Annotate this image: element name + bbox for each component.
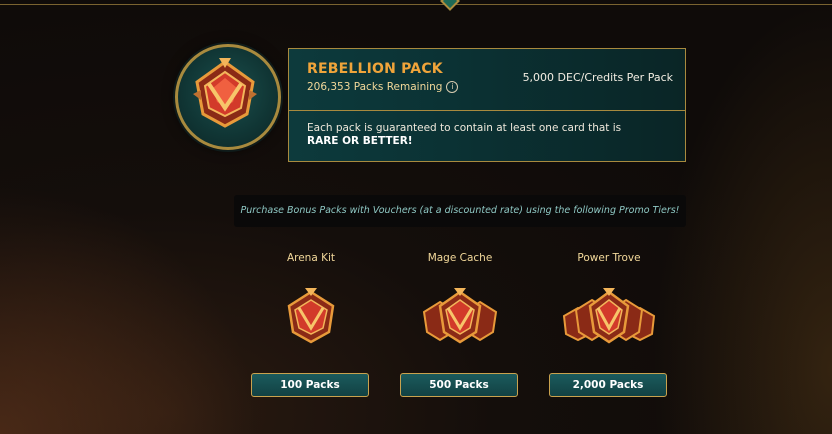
tier-name: Arena Kit (286, 252, 336, 264)
background-glow-left (0, 184, 260, 434)
top-border (0, 0, 832, 5)
info-icon[interactable]: i (446, 81, 459, 93)
tier-power-trove: Power Trove 2,000 Packs (547, 252, 671, 397)
packs-remaining-label: 206,353 Packs Remaining (307, 81, 443, 93)
tier-name: Power Trove (577, 252, 641, 264)
packs-remaining: 206,353 Packs Remaining i (307, 81, 459, 93)
pack-banner: REBELLION PACK 206,353 Packs Remaining i… (288, 48, 686, 162)
buy-2000-packs-button[interactable]: 2,000 Packs (549, 373, 667, 397)
guarantee-text: Each pack is guaranteed to contain at le… (307, 122, 647, 148)
guarantee-highlight: RARE OR BETTER! (307, 135, 413, 147)
tier-mage-cache: Mage Cache 500 Packs (398, 252, 522, 397)
pack-title: REBELLION PACK (307, 61, 443, 77)
buy-500-packs-button[interactable]: 500 Packs (400, 373, 518, 397)
tier-name: Mage Cache (427, 252, 493, 264)
pack-chest-icon (562, 288, 656, 344)
pack-chest-icon (422, 288, 498, 344)
banner-divider (289, 110, 685, 111)
pack-medallion (175, 44, 281, 150)
top-gem-ornament (440, 0, 460, 11)
buy-100-packs-button[interactable]: 100 Packs (251, 373, 369, 397)
pack-chest-icon (287, 288, 335, 344)
pack-chest-icon (193, 58, 257, 128)
guarantee-label: Each pack is guaranteed to contain at le… (307, 122, 622, 134)
promo-banner: Purchase Bonus Packs with Vouchers (at a… (234, 195, 686, 227)
pack-price: 5,000 DEC/Credits Per Pack (522, 71, 673, 84)
promo-text: Purchase Bonus Packs with Vouchers (at a… (240, 205, 680, 216)
tier-arena-kit: Arena Kit 100 Packs (249, 252, 373, 397)
